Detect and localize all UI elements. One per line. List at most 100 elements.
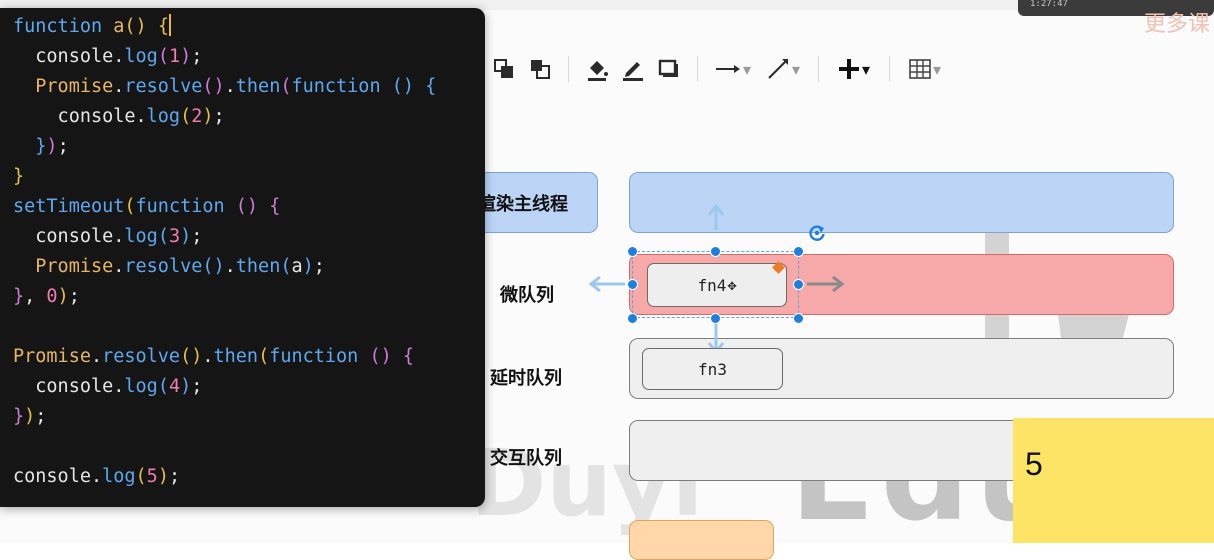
code-line[interactable]: function a() {: [13, 12, 436, 42]
selection-box: [632, 251, 799, 318]
code-token: (): [202, 256, 225, 277]
code-line[interactable]: console.log(3);: [13, 222, 436, 252]
chevron-down-icon: ▾: [791, 59, 801, 79]
toolbar-divider: [697, 56, 698, 82]
code-token: (): [235, 196, 259, 217]
send-back-icon[interactable]: [522, 49, 558, 89]
code-token: function: [269, 346, 359, 367]
connector-icon[interactable]: ▾: [758, 49, 808, 89]
code-token: (): [369, 346, 392, 367]
arrow-style-icon[interactable]: ▾: [708, 49, 758, 89]
brand-corner-text: 更多课: [1143, 12, 1210, 37]
code-line[interactable]: [13, 312, 436, 342]
code-token: 5: [146, 466, 158, 487]
code-token: ;: [57, 136, 69, 157]
code-line[interactable]: console.log(5);: [13, 462, 436, 492]
resize-handle-sw[interactable]: [627, 313, 638, 324]
resize-handle-w[interactable]: [627, 279, 638, 290]
code-content[interactable]: function a() { console.log(1); Promise.r…: [13, 12, 436, 492]
bring-front-icon[interactable]: [486, 49, 522, 89]
code-token: ;: [191, 226, 203, 247]
code-token: console.: [13, 106, 147, 127]
resize-handle-e[interactable]: [793, 279, 804, 290]
code-line[interactable]: console.log(4);: [13, 372, 436, 402]
code-token: ;: [35, 406, 47, 427]
code-line[interactable]: }, 0);: [13, 282, 436, 312]
shadow-icon[interactable]: [651, 49, 687, 89]
code-token: function: [291, 76, 381, 97]
resize-handle-se[interactable]: [793, 313, 804, 324]
code-token: ;: [191, 46, 203, 67]
code-token: 0: [46, 286, 58, 307]
code-token: Promise: [35, 76, 114, 97]
drawing-toolbar: ▾ ▾ ▾ ▾: [486, 44, 950, 94]
code-line[interactable]: setTimeout(function () {: [13, 192, 436, 222]
line-color-icon[interactable]: [615, 49, 651, 89]
code-token: ;: [191, 376, 203, 397]
resize-handle-s[interactable]: [710, 313, 721, 324]
code-token: (): [391, 76, 415, 97]
code-line[interactable]: }: [13, 162, 436, 192]
code-token: log: [124, 226, 158, 247]
code-editor[interactable]: function a() { console.log(1); Promise.r…: [0, 8, 485, 507]
code-token: console.: [13, 226, 125, 247]
code-token: setTimeout: [13, 196, 125, 217]
code-token: (): [202, 76, 225, 97]
code-line[interactable]: [13, 432, 436, 462]
code-token: }: [13, 406, 25, 427]
code-token: (: [157, 376, 169, 397]
micro-queue-label: 微队列: [500, 285, 554, 306]
code-token: ;: [68, 286, 80, 307]
fill-color-icon[interactable]: [579, 49, 615, 89]
rotate-icon[interactable]: [807, 223, 827, 243]
code-token: {: [425, 76, 437, 97]
code-line[interactable]: Promise.resolve().then(function () {: [13, 72, 436, 102]
render-thread-label: 渲染主线程: [478, 194, 568, 215]
code-line[interactable]: Promise.resolve().then(a);: [13, 252, 436, 282]
code-token: (: [124, 196, 136, 217]
code-token: then: [235, 76, 281, 97]
code-token: ): [24, 406, 36, 427]
code-line[interactable]: console.log(2);: [13, 102, 436, 132]
code-token: ): [57, 286, 69, 307]
insert-plus-icon[interactable]: ▾: [829, 49, 879, 89]
code-token: (: [135, 466, 147, 487]
code-token: ,: [24, 286, 47, 307]
sticky-note-text: 5: [1025, 446, 1043, 482]
code-token: a: [291, 256, 303, 277]
code-line[interactable]: Promise.resolve().then(function () {: [13, 342, 436, 372]
code-token: resolve: [124, 256, 203, 277]
code-token: (): [124, 16, 147, 37]
code-token: .: [224, 256, 236, 277]
code-token: .: [202, 346, 214, 367]
code-token: {: [402, 346, 415, 367]
chevron-down-icon: ▾: [932, 59, 942, 79]
table-icon[interactable]: ▾: [900, 49, 950, 89]
code-line[interactable]: });: [13, 132, 436, 162]
resize-handle-n[interactable]: [710, 246, 721, 257]
extra-lane[interactable]: [629, 520, 774, 560]
code-token: (): [180, 346, 203, 367]
toolbar-divider: [568, 56, 569, 82]
task-fn3[interactable]: fn3: [642, 348, 783, 390]
code-token: log: [124, 376, 158, 397]
code-token: .: [113, 76, 125, 97]
code-token: log: [124, 46, 158, 67]
code-token: (: [280, 76, 292, 97]
code-line[interactable]: });: [13, 402, 436, 432]
sticky-note[interactable]: 5: [1013, 418, 1214, 543]
code-token: }: [13, 286, 25, 307]
toolbar-divider: [889, 56, 890, 82]
resize-handle-nw[interactable]: [627, 246, 638, 257]
code-line[interactable]: console.log(1);: [13, 42, 436, 72]
resize-handle-ne[interactable]: [793, 246, 804, 257]
code-token: 4: [168, 376, 181, 397]
